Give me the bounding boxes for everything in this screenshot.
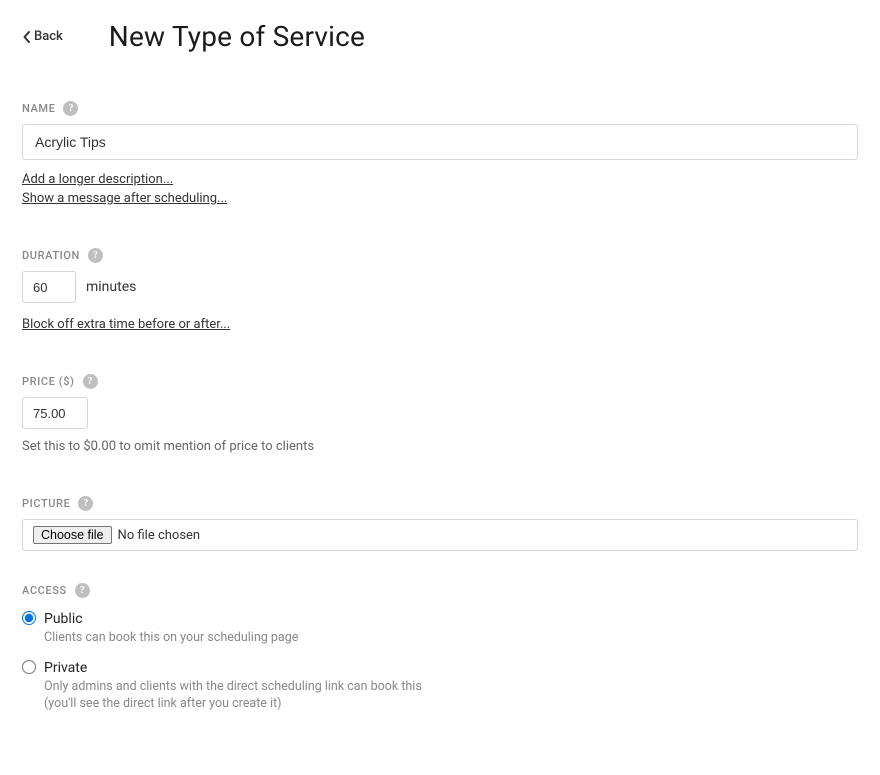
picture-label: PICTURE [22,497,70,510]
chevron-left-icon [22,31,31,43]
access-desc-private: Only admins and clients with the direct … [44,678,422,713]
price-help-text: Set this to $0.00 to omit mention of pri… [22,439,858,454]
name-input[interactable] [22,124,858,160]
help-icon[interactable]: ? [88,248,103,263]
help-icon[interactable]: ? [83,374,98,389]
name-label: NAME [22,102,55,115]
choose-file-button[interactable]: Choose file [33,526,112,544]
duration-unit: minutes [86,279,136,295]
duration-input[interactable] [22,271,76,303]
access-radio-private[interactable] [22,660,36,674]
file-input-row[interactable]: Choose file No file chosen [22,519,858,551]
access-desc-public: Clients can book this on your scheduling… [44,629,298,647]
block-off-link[interactable]: Block off extra time before or after... [22,317,230,332]
help-icon[interactable]: ? [63,101,78,116]
back-label: Back [34,29,63,44]
show-message-link[interactable]: Show a message after scheduling... [22,191,227,206]
file-status: No file chosen [118,528,201,543]
add-description-link[interactable]: Add a longer description... [22,172,173,187]
access-label-private[interactable]: Private [44,660,87,676]
access-radio-public[interactable] [22,611,36,625]
help-icon[interactable]: ? [78,496,93,511]
price-input[interactable] [22,397,88,429]
page-title: New Type of Service [109,20,365,53]
access-label-public[interactable]: Public [44,611,83,627]
duration-label: DURATION [22,249,80,262]
back-button[interactable]: Back [22,29,63,44]
help-icon[interactable]: ? [75,583,90,598]
access-label: ACCESS [22,584,67,597]
price-label: PRICE ($) [22,375,75,388]
